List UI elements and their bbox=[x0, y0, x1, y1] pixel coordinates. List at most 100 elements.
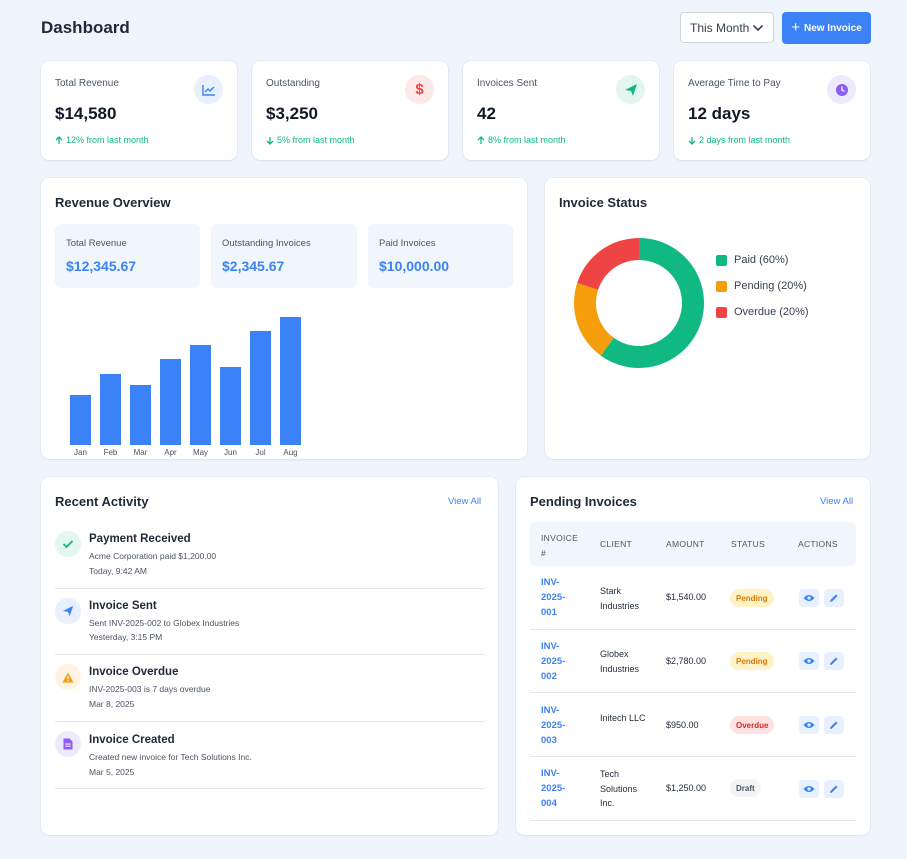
donut-slice-1 bbox=[574, 283, 614, 356]
new-invoice-button[interactable]: + New Invoice bbox=[782, 12, 871, 44]
invoice-client: Stark Industries bbox=[600, 584, 652, 613]
bar-jan bbox=[70, 395, 91, 445]
stat-change-text: 12% from last month bbox=[66, 135, 149, 145]
invoice-id-link[interactable]: INV-2025-001 bbox=[541, 575, 575, 620]
column-header-actions: ACTIONS bbox=[798, 539, 838, 549]
invoice-client: Globex Industries bbox=[600, 647, 652, 676]
stat-change: 12% from last month bbox=[55, 135, 149, 145]
period-select[interactable]: This Month bbox=[680, 12, 774, 43]
activity-desc: Acme Corporation paid $1,200.00 bbox=[89, 551, 216, 561]
bar-jun bbox=[220, 367, 241, 445]
status-badge: Overdue bbox=[730, 716, 774, 734]
legend-label: Pending (20%) bbox=[734, 280, 807, 292]
invoice-id-link[interactable]: INV-2025-003 bbox=[541, 703, 575, 748]
activity-time: Mar 5, 2025 bbox=[89, 767, 134, 777]
activity-item: Invoice Sent Sent INV-2025-002 to Globex… bbox=[55, 589, 484, 655]
activity-item: Invoice Overdue INV-2025-003 is 7 days o… bbox=[55, 655, 484, 722]
bar-mar bbox=[130, 385, 151, 445]
stat-label: Outstanding bbox=[266, 78, 320, 89]
eye-icon[interactable] bbox=[799, 716, 819, 734]
column-header-invoice: INVOICE # bbox=[541, 531, 583, 561]
eye-icon[interactable] bbox=[799, 589, 819, 607]
pending-invoices-card: Pending Invoices View All INVOICE # CLIE… bbox=[516, 477, 870, 835]
legend-item: Overdue (20%) bbox=[716, 306, 809, 318]
stat-card-total-revenue: Total Revenue $14,580 12% from last mont… bbox=[41, 61, 237, 160]
page-title: Dashboard bbox=[41, 18, 130, 38]
stat-label: Total Revenue bbox=[55, 78, 119, 89]
table-header: INVOICE # CLIENT AMOUNT STATUS ACTIONS bbox=[530, 522, 856, 566]
dollar-icon: $ bbox=[405, 75, 434, 104]
invoice-amount: $2,780.00 bbox=[666, 656, 706, 666]
activity-title: Payment Received bbox=[89, 533, 191, 545]
donut-slice-2 bbox=[577, 238, 639, 290]
pencil-icon[interactable] bbox=[824, 589, 844, 607]
pending-invoices-title: Pending Invoices bbox=[530, 494, 637, 509]
legend-swatch bbox=[716, 281, 727, 292]
table-row: INV-2025-004 Tech Solutions Inc. $1,250.… bbox=[530, 757, 856, 821]
clock-icon bbox=[827, 75, 856, 104]
arrow-up-icon bbox=[55, 136, 63, 145]
activity-desc: Created new invoice for Tech Solutions I… bbox=[89, 752, 252, 762]
invoice-amount: $950.00 bbox=[666, 720, 699, 730]
activity-title: Invoice Overdue bbox=[89, 666, 178, 678]
stat-change: 8% from last month bbox=[477, 135, 566, 145]
invoice-client: Tech Solutions Inc. bbox=[600, 767, 652, 811]
revenue-bar-chart: JanFebMarAprMayJunJulAug bbox=[41, 178, 527, 459]
x-tick-label: Mar bbox=[126, 448, 156, 457]
column-header-client: CLIENT bbox=[600, 539, 632, 549]
x-tick-label: Jan bbox=[66, 448, 96, 457]
legend-item: Paid (60%) bbox=[716, 254, 788, 266]
x-tick-label: May bbox=[186, 448, 216, 457]
recent-activity-card: Recent Activity View All Payment Receive… bbox=[41, 477, 498, 835]
warning-icon bbox=[55, 664, 81, 690]
stat-label: Invoices Sent bbox=[477, 78, 537, 89]
x-tick-label: Apr bbox=[156, 448, 186, 457]
stat-change: 2 days from last month bbox=[688, 135, 790, 145]
arrow-up-icon bbox=[477, 136, 485, 145]
arrow-down-icon bbox=[688, 136, 696, 145]
pencil-icon[interactable] bbox=[824, 780, 844, 798]
chevron-down-icon bbox=[752, 22, 764, 34]
stat-value: $3,250 bbox=[266, 104, 318, 124]
chart-line-icon bbox=[194, 75, 223, 104]
legend-label: Overdue (20%) bbox=[734, 306, 809, 318]
stat-value: 42 bbox=[477, 104, 496, 124]
invoice-status-card: Invoice Status Paid (60%)Pending (20%)Ov… bbox=[545, 178, 870, 459]
invoice-status-donut bbox=[569, 233, 709, 373]
x-tick-label: Feb bbox=[96, 448, 126, 457]
invoice-amount: $1,250.00 bbox=[666, 783, 706, 793]
legend-swatch bbox=[716, 307, 727, 318]
stat-card-average-time: Average Time to Pay 12 days 2 days from … bbox=[674, 61, 870, 160]
eye-icon[interactable] bbox=[799, 780, 819, 798]
column-header-status: STATUS bbox=[731, 539, 765, 549]
stat-change-text: 2 days from last month bbox=[699, 135, 790, 145]
stat-change-text: 8% from last month bbox=[488, 135, 566, 145]
table-row: INV-2025-002 Globex Industries $2,780.00… bbox=[530, 630, 856, 693]
stat-value: $14,580 bbox=[55, 104, 116, 124]
arrow-down-icon bbox=[266, 136, 274, 145]
eye-icon[interactable] bbox=[799, 652, 819, 670]
activity-time: Yesterday, 3:15 PM bbox=[89, 632, 162, 642]
bar-feb bbox=[100, 374, 121, 445]
invoice-id-link[interactable]: INV-2025-004 bbox=[541, 766, 575, 811]
activity-item: Payment Received Acme Corporation paid $… bbox=[55, 521, 484, 589]
pencil-icon[interactable] bbox=[824, 716, 844, 734]
invoice-id-link[interactable]: INV-2025-002 bbox=[541, 639, 575, 684]
pending-view-all-link[interactable]: View All bbox=[820, 496, 853, 507]
stat-change-text: 5% from last month bbox=[277, 135, 355, 145]
activity-desc: INV-2025-003 is 7 days overdue bbox=[89, 684, 210, 694]
stat-value: 12 days bbox=[688, 104, 750, 124]
pencil-icon[interactable] bbox=[824, 652, 844, 670]
invoice-amount: $1,540.00 bbox=[666, 592, 706, 602]
table-row: INV-2025-001 Stark Industries $1,540.00 … bbox=[530, 566, 856, 630]
period-select-value: This Month bbox=[690, 21, 749, 35]
activity-desc: Sent INV-2025-002 to Globex Industries bbox=[89, 618, 239, 628]
bar-apr bbox=[160, 359, 181, 445]
table-row: INV-2025-003 Initech LLC $950.00 Overdue bbox=[530, 693, 856, 757]
activity-view-all-link[interactable]: View All bbox=[448, 496, 481, 507]
bar-may bbox=[190, 345, 211, 445]
x-tick-label: Jun bbox=[216, 448, 246, 457]
bar-jul bbox=[250, 331, 271, 445]
legend-label: Paid (60%) bbox=[734, 254, 788, 266]
check-icon bbox=[55, 531, 81, 557]
